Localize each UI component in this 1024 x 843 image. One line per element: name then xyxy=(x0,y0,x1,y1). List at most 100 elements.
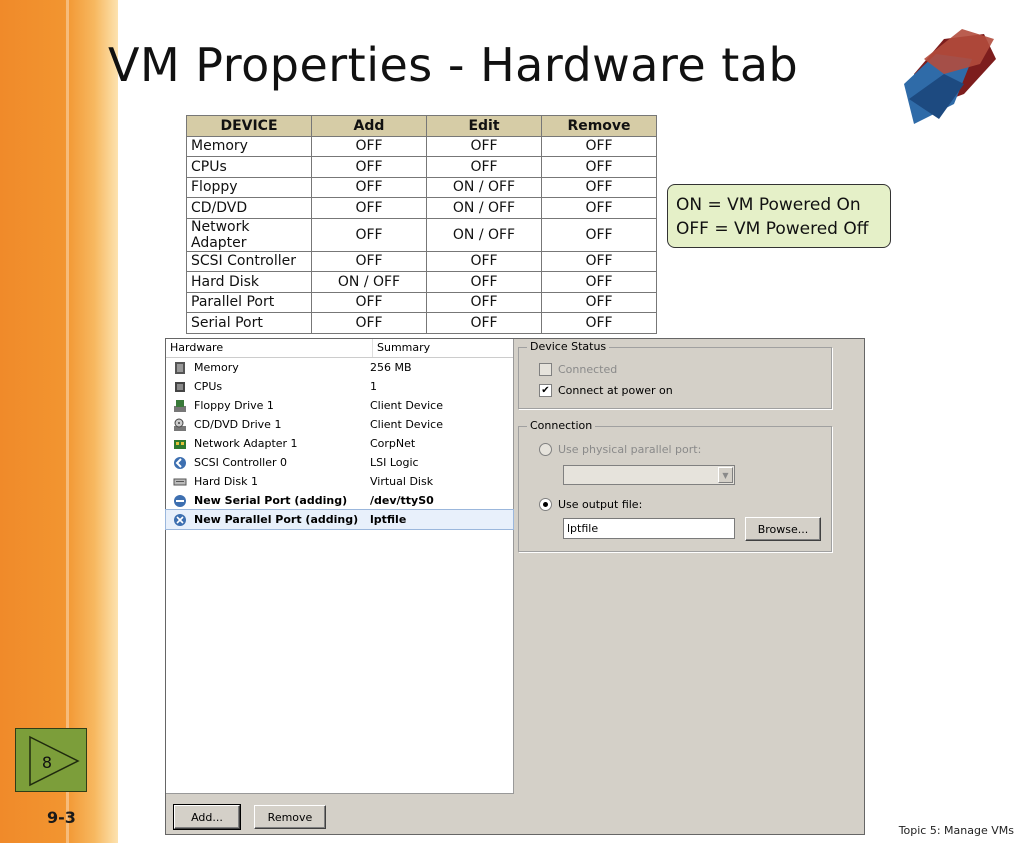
table-row: Serial Port OFF OFF OFF xyxy=(186,312,657,334)
table-row: CPUs OFF OFF OFF xyxy=(186,156,657,178)
remove-cell: OFF xyxy=(541,312,657,334)
hardware-summary: lptfile xyxy=(370,513,407,526)
hard-disk-icon xyxy=(173,478,187,485)
hardware-summary: CorpNet xyxy=(370,437,416,450)
edit-cell: ON / OFF xyxy=(426,197,542,219)
table-row: Network Adapter OFF ON / OFF OFF xyxy=(186,217,657,252)
table-row: Floppy OFF ON / OFF OFF xyxy=(186,176,657,198)
connect-at-power-on-option[interactable]: ✔ Connect at power on xyxy=(539,384,673,397)
browse-button[interactable]: Browse... xyxy=(745,517,821,541)
device-cell: CD/DVD xyxy=(186,197,312,219)
column-hardware[interactable]: Hardware xyxy=(166,339,373,357)
power-state-legend: ON = VM Powered On OFF = VM Powered Off xyxy=(667,184,891,248)
table-row: SCSI Controller OFF OFF OFF xyxy=(186,250,657,272)
hardware-summary: Client Device xyxy=(370,418,443,431)
hardware-name: SCSI Controller 0 xyxy=(194,456,287,469)
use-output-file-option[interactable]: Use output file: xyxy=(539,498,642,511)
network-adapter-icon xyxy=(174,439,186,449)
table-row: Memory OFF OFF OFF xyxy=(186,135,657,157)
edit-cell: OFF xyxy=(426,271,542,293)
edit-cell: OFF xyxy=(426,135,542,157)
add-cell: OFF xyxy=(311,250,427,272)
device-cell: Memory xyxy=(186,135,312,157)
remove-cell: OFF xyxy=(541,291,657,313)
remove-button[interactable]: Remove xyxy=(254,805,326,829)
hardware-list[interactable]: Hardware Summary Memory 256 MB CPUs 1 Fl… xyxy=(165,339,514,794)
add-button[interactable]: Add... xyxy=(173,804,241,830)
next-slide-button[interactable]: 8 xyxy=(15,728,87,792)
hardware-name: Floppy Drive 1 xyxy=(194,399,274,412)
matrix-header-row: DEVICE Add Edit Remove xyxy=(186,115,657,137)
memory-icon xyxy=(175,361,185,374)
add-cell: ON / OFF xyxy=(311,271,427,293)
hardware-name: Hard Disk 1 xyxy=(194,475,258,488)
output-file-field[interactable]: lptfile xyxy=(563,518,735,539)
hardware-row-scsi[interactable]: SCSI Controller 0 LSI Logic xyxy=(166,453,513,472)
device-status-legend: Device Status xyxy=(527,340,610,353)
remove-cell: OFF xyxy=(541,156,657,178)
legend-line-on: ON = VM Powered On xyxy=(676,195,861,215)
edit-cell: OFF xyxy=(426,291,542,313)
add-cell: OFF xyxy=(311,291,427,313)
hardware-summary: Client Device xyxy=(370,399,443,412)
footer-topic: Topic 5: Manage VMs xyxy=(898,824,1014,837)
header-remove: Remove xyxy=(541,115,657,137)
remove-cell: OFF xyxy=(541,176,657,198)
remove-cell: OFF xyxy=(541,135,657,157)
device-cell: Hard Disk xyxy=(186,271,312,293)
edit-cell: ON / OFF xyxy=(426,217,542,252)
edit-cell: OFF xyxy=(426,250,542,272)
column-summary[interactable]: Summary xyxy=(373,339,430,357)
hardware-row-network[interactable]: Network Adapter 1 CorpNet xyxy=(166,434,513,453)
device-cell: Serial Port xyxy=(186,312,312,334)
use-physical-port-radio xyxy=(539,443,552,456)
use-output-file-radio[interactable] xyxy=(539,498,552,511)
hardware-row-serial-port[interactable]: New Serial Port (adding) /dev/ttyS0 xyxy=(166,491,513,510)
chevron-down-icon: ▼ xyxy=(718,467,733,483)
hardware-row-memory[interactable]: Memory 256 MB xyxy=(166,358,513,377)
hardware-list-header: Hardware Summary xyxy=(166,339,513,358)
hardware-row-cpus[interactable]: CPUs 1 xyxy=(166,377,513,396)
header-add: Add xyxy=(311,115,427,137)
hardware-summary: LSI Logic xyxy=(370,456,419,469)
add-cell: OFF xyxy=(311,312,427,334)
remove-cell: OFF xyxy=(541,217,657,252)
connect-at-power-on-checkbox[interactable]: ✔ xyxy=(539,384,552,397)
hardware-row-floppy[interactable]: Floppy Drive 1 Client Device xyxy=(166,396,513,415)
nav-number: 8 xyxy=(41,753,53,772)
use-output-file-label[interactable]: Use output file: xyxy=(558,498,642,511)
hardware-name: CD/DVD Drive 1 xyxy=(194,418,282,431)
page-number: 9-3 xyxy=(47,808,76,827)
cpu-icon xyxy=(175,381,185,392)
connected-option: Connected xyxy=(539,363,617,376)
add-cell: OFF xyxy=(311,217,427,252)
serial-port-icon xyxy=(174,494,186,507)
hardware-summary: 256 MB xyxy=(370,361,412,374)
header-device: DEVICE xyxy=(186,115,312,137)
logo-icon xyxy=(904,29,996,124)
hardware-row-parallel-port[interactable]: New Parallel Port (adding) lptfile xyxy=(165,509,514,530)
hardware-name: New Serial Port (adding) xyxy=(194,494,348,507)
decorative-orange-band xyxy=(0,0,118,843)
table-row: CD/DVD OFF ON / OFF OFF xyxy=(186,197,657,219)
device-cell: Floppy xyxy=(186,176,312,198)
connected-label: Connected xyxy=(558,363,618,376)
hardware-summary: 1 xyxy=(370,380,377,393)
physical-port-select: ▼ xyxy=(563,465,735,485)
connection-legend: Connection xyxy=(527,419,596,432)
legend-line-off: OFF = VM Powered Off xyxy=(676,219,869,239)
remove-cell: OFF xyxy=(541,271,657,293)
permissions-matrix: DEVICE Add Edit Remove Memory OFF OFF OFF C… xyxy=(186,115,657,334)
connection-group: Connection Use physical parallel port: ▼… xyxy=(518,419,832,552)
vm-properties-dialog: Hardware Summary Memory 256 MB CPUs 1 Fl… xyxy=(165,338,865,835)
device-cell: SCSI Controller xyxy=(186,250,312,272)
table-row: Parallel Port OFF OFF OFF xyxy=(186,291,657,313)
edit-cell: OFF xyxy=(426,156,542,178)
hardware-row-hard-disk[interactable]: Hard Disk 1 Virtual Disk xyxy=(166,472,513,491)
hardware-name: Memory xyxy=(194,361,239,374)
edit-cell: OFF xyxy=(426,312,542,334)
use-physical-port-option: Use physical parallel port: xyxy=(539,443,701,456)
connect-at-power-on-label[interactable]: Connect at power on xyxy=(558,384,673,397)
hardware-summary: Virtual Disk xyxy=(370,475,434,488)
hardware-row-cd-dvd[interactable]: CD/DVD Drive 1 Client Device xyxy=(166,415,513,434)
